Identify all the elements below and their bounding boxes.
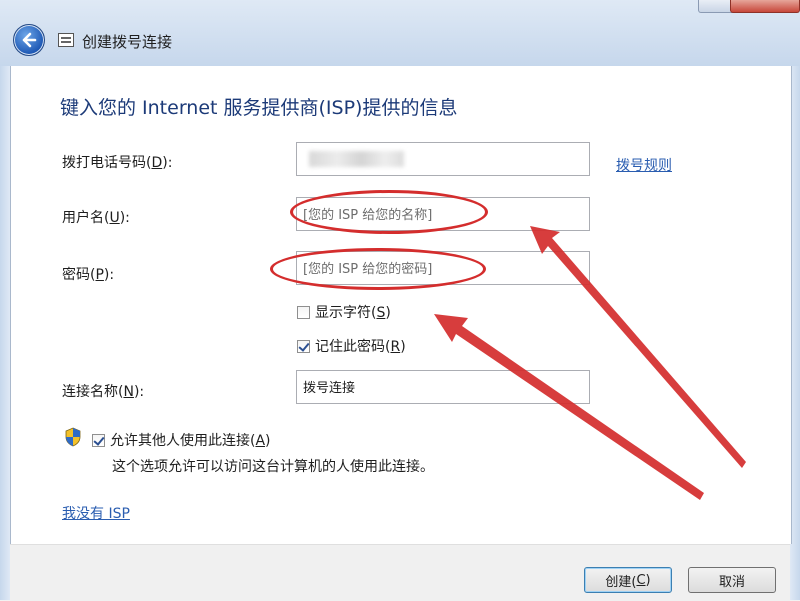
annotation-arrow-2 (434, 314, 704, 500)
annotation-arrows (434, 226, 746, 500)
annotation-arrow-1 (530, 226, 746, 468)
